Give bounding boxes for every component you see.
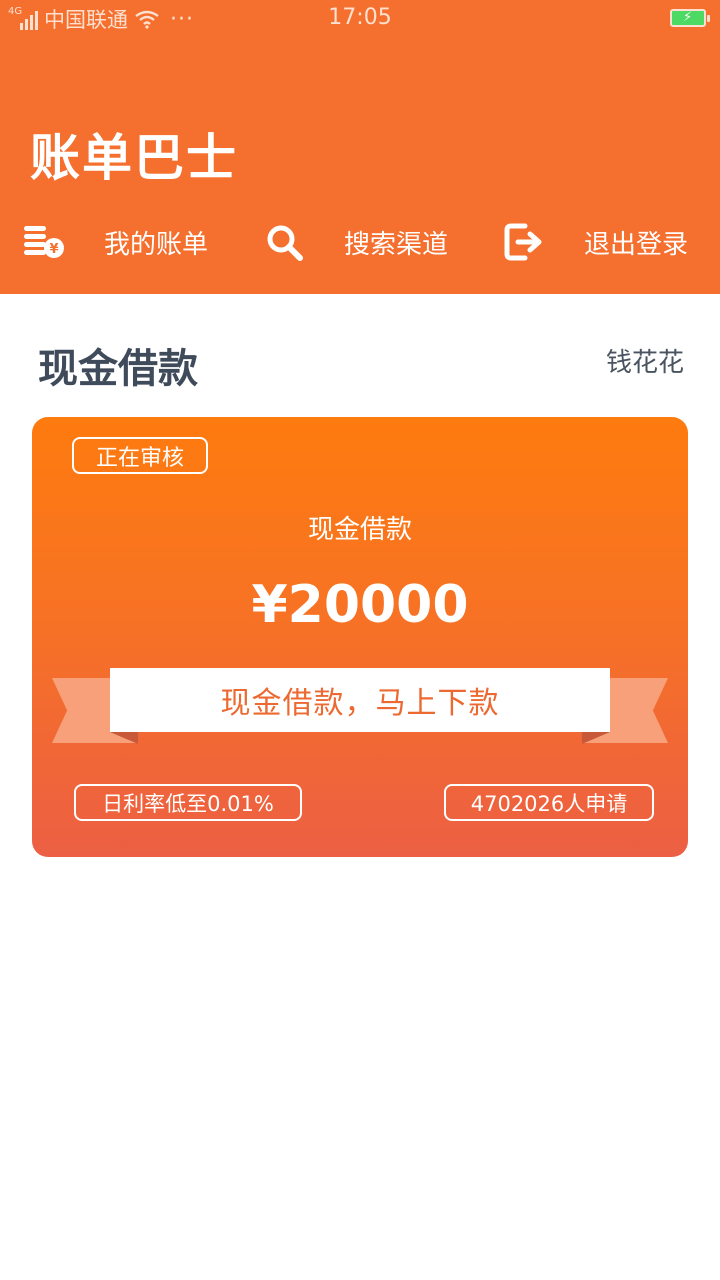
nav-search-channel[interactable]: 搜索渠道 (262, 214, 448, 270)
section-title: 现金借款 (38, 346, 198, 392)
svg-text:¥: ¥ (49, 242, 58, 257)
loan-card[interactable]: 正在审核 现金借款 ¥20000 现金借款，马上下款 日利率低至0.01% 47… (32, 417, 688, 857)
status-badge: 正在审核 (72, 437, 208, 474)
status-time: 17:05 (328, 5, 392, 30)
app-title: 账单巴士 (30, 129, 238, 187)
search-icon (262, 220, 306, 264)
applicants-count-tag: 4702026人申请 (444, 784, 654, 821)
status-bar: 4G 中国联通 ··· 17:05 ⚡ (0, 0, 720, 40)
coins-bill-icon: ¥ (22, 220, 66, 264)
app-header: 4G 中国联通 ··· 17:05 ⚡ 账单巴士 ¥ 我的账单 搜索渠道 退出登… (0, 0, 720, 294)
loan-amount: ¥20000 (251, 575, 469, 635)
loan-product-name: 现金借款 (307, 515, 412, 545)
nav-logout[interactable]: 退出登录 (502, 214, 688, 270)
header-nav: ¥ 我的账单 搜索渠道 退出登录 (0, 214, 720, 270)
nav-logout-label: 退出登录 (584, 229, 689, 260)
promo-ribbon: 现金借款，马上下款 (110, 668, 610, 732)
interest-rate-tag: 日利率低至0.01% (74, 784, 302, 821)
nav-my-bills-label: 我的账单 (104, 229, 209, 260)
nav-search-channel-label: 搜索渠道 (344, 229, 449, 260)
nav-my-bills[interactable]: ¥ 我的账单 (22, 214, 208, 270)
battery-icon: ⚡ (670, 9, 710, 27)
logout-icon (502, 220, 546, 264)
section-side-label[interactable]: 钱花花 (606, 342, 684, 379)
